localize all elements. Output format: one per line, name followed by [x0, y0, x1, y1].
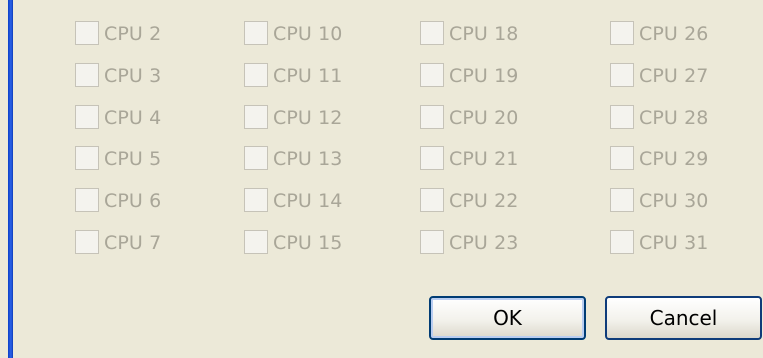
cpu-checkbox-label: CPU 5 [104, 148, 162, 171]
cpu-checkbox-row[interactable]: CPU 26 [610, 21, 708, 63]
cpu-checkbox-label: CPU 27 [639, 64, 709, 87]
cpu-checkbox[interactable] [244, 146, 268, 171]
cpu-checkbox-grid: CPU 2 CPU 3 CPU 4 CPU 5 CPU 6 CPU 7 CPU … [75, 21, 755, 261]
cpu-checkbox[interactable] [610, 188, 634, 213]
cpu-checkbox-row[interactable]: CPU 20 [420, 104, 519, 147]
cpu-checkbox[interactable] [420, 188, 444, 213]
cpu-checkbox-row[interactable]: CPU 23 [420, 229, 519, 272]
cpu-checkbox-row[interactable]: CPU 15 [244, 229, 343, 272]
cpu-checkbox[interactable] [610, 146, 634, 171]
cancel-button[interactable]: Cancel [605, 296, 762, 340]
cpu-column-3: CPU 18 CPU 19 CPU 20 CPU 21 CPU 22 CPU 2… [420, 21, 518, 272]
cpu-checkbox[interactable] [610, 62, 634, 87]
cpu-affinity-dialog: CPU 2 CPU 3 CPU 4 CPU 5 CPU 6 CPU 7 CPU … [13, 0, 763, 358]
cpu-checkbox-label: CPU 22 [449, 190, 519, 213]
cpu-checkbox-row[interactable]: CPU 12 [244, 104, 343, 147]
cpu-checkbox-row[interactable]: CPU 13 [244, 146, 342, 188]
cpu-checkbox-label: CPU 3 [104, 64, 162, 87]
cpu-checkbox[interactable] [75, 146, 99, 171]
cpu-checkbox-row[interactable]: CPU 21 [420, 146, 518, 188]
cpu-checkbox-row[interactable]: CPU 18 [420, 21, 518, 63]
cpu-checkbox[interactable] [75, 21, 99, 45]
cpu-checkbox[interactable] [75, 188, 99, 213]
ok-button[interactable]: OK [429, 296, 586, 340]
cpu-checkbox-row[interactable]: CPU 10 [244, 21, 342, 63]
cpu-checkbox-label: CPU 23 [449, 231, 519, 254]
cpu-checkbox-label: CPU 7 [104, 231, 162, 254]
cpu-checkbox[interactable] [420, 21, 444, 45]
cpu-checkbox-row[interactable]: CPU 3 [75, 62, 162, 105]
cpu-checkbox-row[interactable]: CPU 7 [75, 229, 162, 272]
cpu-checkbox-label: CPU 15 [273, 231, 343, 254]
cpu-checkbox-label: CPU 28 [639, 106, 709, 129]
cpu-checkbox-row[interactable]: CPU 14 [244, 188, 342, 230]
cpu-checkbox[interactable] [420, 146, 444, 171]
cpu-checkbox-row[interactable]: CPU 4 [75, 104, 162, 147]
cpu-checkbox[interactable] [420, 62, 444, 87]
cpu-checkbox[interactable] [610, 21, 634, 45]
cpu-checkbox[interactable] [75, 104, 99, 129]
cpu-checkbox-row[interactable]: CPU 6 [75, 188, 161, 230]
cpu-checkbox-row[interactable]: CPU 19 [420, 62, 519, 105]
cpu-checkbox-label: CPU 30 [639, 190, 709, 213]
cpu-checkbox-label: CPU 6 [104, 190, 162, 213]
cpu-checkbox-label: CPU 13 [273, 148, 343, 171]
cpu-checkbox-label: CPU 20 [449, 106, 519, 129]
cpu-checkbox-label: CPU 26 [639, 23, 709, 45]
cpu-checkbox[interactable] [244, 21, 268, 45]
cpu-column-2: CPU 10 CPU 11 CPU 12 CPU 13 CPU 14 CPU 1… [244, 21, 342, 272]
cpu-checkbox-row[interactable]: CPU 30 [610, 188, 708, 230]
cpu-checkbox-label: CPU 21 [449, 148, 519, 171]
cpu-checkbox-label: CPU 2 [104, 23, 162, 45]
cpu-checkbox-row[interactable]: CPU 11 [244, 62, 343, 105]
cpu-checkbox-row[interactable]: CPU 27 [610, 62, 709, 105]
cpu-checkbox[interactable] [75, 62, 99, 87]
cpu-checkbox[interactable] [244, 229, 268, 254]
cpu-checkbox[interactable] [420, 229, 444, 254]
cpu-checkbox-row[interactable]: CPU 31 [610, 229, 709, 272]
cpu-checkbox-label: CPU 18 [449, 23, 519, 45]
cpu-checkbox-label: CPU 11 [273, 64, 343, 87]
cpu-checkbox[interactable] [610, 104, 634, 129]
cpu-checkbox[interactable] [75, 229, 99, 254]
cpu-checkbox[interactable] [244, 188, 268, 213]
cpu-checkbox-label: CPU 19 [449, 64, 519, 87]
cpu-checkbox-row[interactable]: CPU 22 [420, 188, 518, 230]
cpu-checkbox-row[interactable]: CPU 28 [610, 104, 709, 147]
cpu-checkbox-row[interactable]: CPU 29 [610, 146, 708, 188]
cpu-checkbox-label: CPU 31 [639, 231, 709, 254]
cpu-column-1: CPU 2 CPU 3 CPU 4 CPU 5 CPU 6 CPU 7 [75, 21, 161, 272]
cpu-checkbox-label: CPU 12 [273, 106, 343, 129]
cpu-checkbox-label: CPU 10 [273, 23, 343, 45]
cpu-checkbox-label: CPU 29 [639, 148, 709, 171]
cpu-checkbox-row[interactable]: CPU 5 [75, 146, 161, 188]
cpu-checkbox-row[interactable]: CPU 2 [75, 21, 161, 63]
cpu-checkbox-label: CPU 14 [273, 190, 343, 213]
cpu-checkbox-label: CPU 4 [104, 106, 162, 129]
cpu-checkbox[interactable] [244, 104, 268, 129]
cpu-column-4: CPU 26 CPU 27 CPU 28 CPU 29 CPU 30 CPU 3… [610, 21, 708, 272]
cpu-checkbox[interactable] [610, 229, 634, 254]
cpu-checkbox[interactable] [244, 62, 268, 87]
cpu-checkbox[interactable] [420, 104, 444, 129]
